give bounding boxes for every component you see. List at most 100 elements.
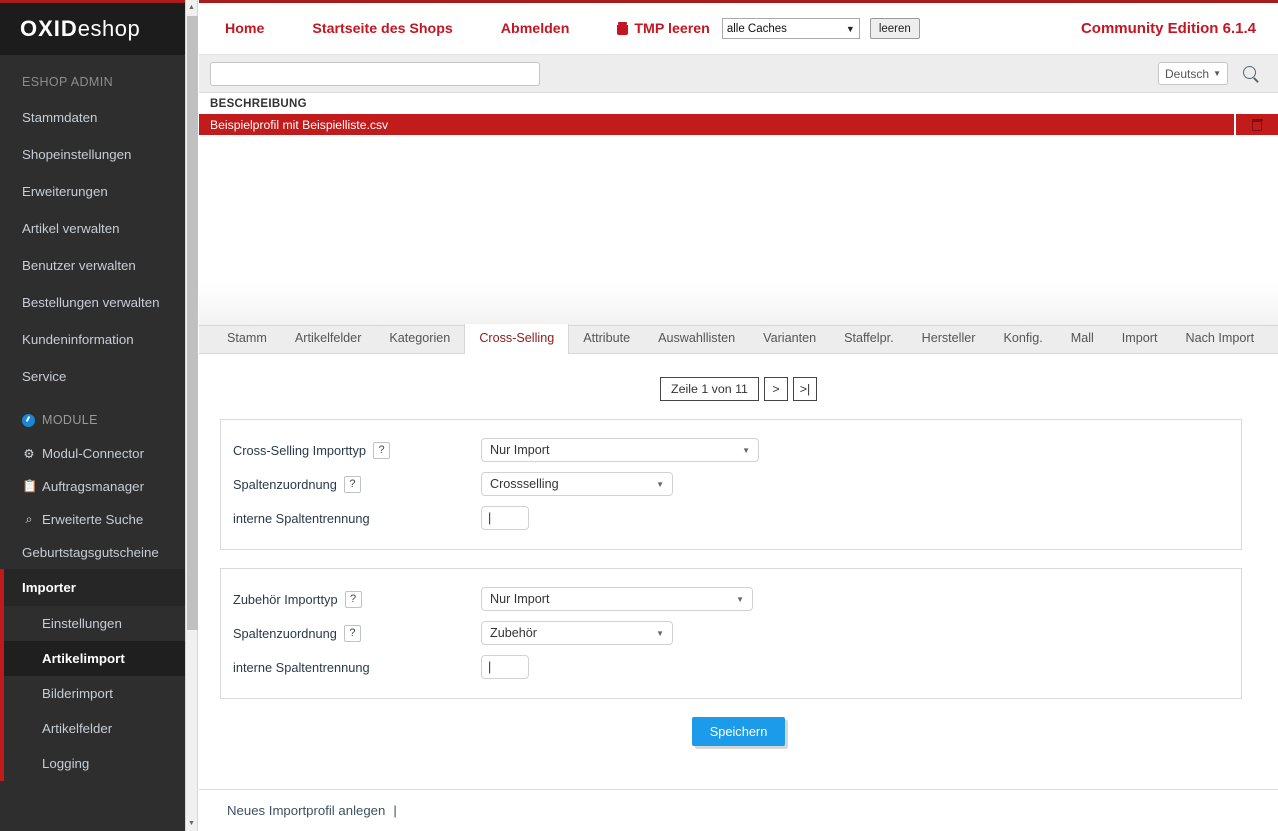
topnav-logout[interactable]: Abmelden [501, 21, 570, 37]
tab-staffelpreise[interactable]: Staffelpr. [830, 324, 907, 353]
help-icon[interactable]: ? [344, 625, 361, 642]
tab-stamm[interactable]: Stamm [213, 324, 281, 353]
sidebar-item-benutzer-verwalten[interactable]: Benutzer verwalten [0, 247, 185, 284]
chevron-down-icon: ▼ [846, 24, 855, 34]
next-page-button[interactable]: > [764, 377, 788, 401]
help-icon[interactable]: ? [345, 591, 362, 608]
gears-icon: ⚙ [22, 446, 36, 461]
last-page-button[interactable]: >| [793, 377, 817, 401]
help-icon[interactable]: ? [344, 476, 361, 493]
cross-selling-column-mapping-select[interactable]: Crossselling ▼ [481, 472, 673, 496]
scrollbar-thumb[interactable] [187, 16, 198, 630]
zubehoer-importtype-select[interactable]: Nur Import ▼ [481, 587, 753, 611]
zoom-search-icon: ⌕ [22, 512, 36, 527]
tab-nach-import[interactable]: Nach Import [1172, 324, 1269, 353]
scroll-up-arrow-icon[interactable]: ▲ [186, 0, 197, 15]
form-row: Spaltenzuordnung ? Zubehör ▼ [221, 616, 1241, 650]
tab-bar: Stamm Artikelfelder Kategorien Cross-Sel… [199, 325, 1278, 354]
sidebar-item-auftragsmanager[interactable]: 📋 Auftragsmanager [0, 470, 185, 503]
oxid-logo: OXIDeshop [20, 16, 140, 42]
zubehoer-internal-separator-input[interactable] [481, 655, 529, 679]
tab-konfig[interactable]: Konfig. [989, 324, 1056, 353]
sidebar-item-service[interactable]: Service [0, 358, 185, 395]
sidebar-subitem-artikelfelder[interactable]: Artikelfelder [0, 711, 185, 746]
sidebar-item-label: Modul-Connector [42, 446, 144, 461]
sidebar-subitem-logging[interactable]: Logging [0, 746, 185, 781]
sidebar-item-label: Geburtstagsgutscheine [22, 545, 159, 560]
select-value: Crossselling [490, 477, 559, 491]
search-input[interactable] [210, 62, 540, 86]
sidebar-item-kundeninformation[interactable]: Kundeninformation [0, 321, 185, 358]
search-strip: Deutsch ▼ [199, 55, 1278, 93]
topnav-shop-frontpage[interactable]: Startseite des Shops [312, 21, 452, 37]
scroll-down-arrow-icon[interactable]: ▼ [186, 816, 197, 831]
new-import-profile-link[interactable]: Neues Importprofil anlegen [227, 803, 385, 818]
topnav-clear-tmp[interactable]: TMP leeren [617, 21, 709, 37]
trash-icon [1252, 118, 1263, 131]
sidebar-subitem-bilderimport[interactable]: Bilderimport [0, 676, 185, 711]
field-label-text: Cross-Selling Importtyp [233, 443, 366, 458]
zubehoer-column-mapping-select[interactable]: Zubehör ▼ [481, 621, 673, 645]
list-empty-area [199, 135, 1278, 325]
field-label-text: Zubehör Importtyp [233, 592, 338, 607]
chevron-down-icon: ▼ [656, 480, 664, 489]
tab-mall[interactable]: Mall [1057, 324, 1108, 353]
tab-attribute[interactable]: Attribute [569, 324, 644, 353]
tab-varianten[interactable]: Varianten [749, 324, 830, 353]
tab-auswahllisten[interactable]: Auswahllisten [644, 324, 749, 353]
topnav-home[interactable]: Home [225, 21, 264, 37]
sidebar-item-erweiterungen[interactable]: Erweiterungen [0, 173, 185, 210]
sidebar-section-title: ESHOP ADMIN [0, 55, 185, 99]
list-column-header: BESCHREIBUNG [199, 93, 1278, 114]
footer-bar: Neues Importprofil anlegen | [199, 789, 1278, 831]
form-row: Zubehör Importtyp ? Nur Import ▼ [221, 582, 1241, 616]
cross-selling-internal-separator-input[interactable] [481, 506, 529, 530]
tab-cross-selling[interactable]: Cross-Selling [464, 324, 569, 354]
field-label-text: Spaltenzuordnung [233, 626, 337, 641]
sidebar-item-importer[interactable]: Importer [0, 569, 185, 606]
sidebar-item-stammdaten[interactable]: Stammdaten [0, 99, 185, 136]
save-button-wrap: Speichern [199, 717, 1278, 746]
panel-cross-selling: Cross-Selling Importtyp ? Nur Import ▼ S… [220, 419, 1242, 550]
save-button[interactable]: Speichern [692, 717, 786, 746]
cache-select[interactable]: alle Caches ▼ [722, 18, 860, 39]
form-label: Spaltenzuordnung ? [221, 476, 481, 493]
field-label-text: Spaltenzuordnung [233, 477, 337, 492]
sidebar-item-geburtstagsgutscheine[interactable]: Geburtstagsgutscheine [0, 536, 185, 569]
sidebar-subitem-artikelimport[interactable]: Artikelimport [0, 641, 185, 676]
cross-selling-importtype-select[interactable]: Nur Import ▼ [481, 438, 759, 462]
form-row: Spaltenzuordnung ? Crossselling ▼ [221, 467, 1241, 501]
top-navigation-bar: Home Startseite des Shops Abmelden TMP l… [199, 3, 1278, 55]
help-icon[interactable]: ? [373, 442, 390, 459]
sidebar-item-artikel-verwalten[interactable]: Artikel verwalten [0, 210, 185, 247]
sidebar-subitem-einstellungen[interactable]: Einstellungen [0, 606, 185, 641]
logo-area: OXIDeshop [0, 0, 185, 55]
sidebar-item-shopeinstellungen[interactable]: Shopeinstellungen [0, 136, 185, 173]
language-select[interactable]: Deutsch ▼ [1158, 62, 1228, 85]
clear-cache-button[interactable]: leeren [870, 18, 920, 39]
clipboard-icon: 📋 [22, 479, 36, 494]
table-row[interactable]: Beispielprofil mit Beispielliste.csv [199, 114, 1278, 135]
pagination: Zeile 1 von 11 > >| [199, 377, 1278, 401]
sidebar: OXIDeshop ESHOP ADMIN Stammdaten Shopein… [0, 0, 185, 831]
sidebar-item-erweiterte-suche[interactable]: ⌕ Erweiterte Suche [0, 503, 185, 536]
sidebar-scrollbar[interactable]: ▲ ▼ [185, 0, 198, 831]
tab-artikelfelder[interactable]: Artikelfelder [281, 324, 376, 353]
row-counter: Zeile 1 von 11 [660, 377, 759, 401]
field-label-text: interne Spaltentrennung [233, 511, 370, 526]
delete-row-button[interactable] [1234, 114, 1278, 135]
tab-hersteller[interactable]: Hersteller [908, 324, 990, 353]
form-label: Spaltenzuordnung ? [221, 625, 481, 642]
tab-import[interactable]: Import [1108, 324, 1172, 353]
form-row: Cross-Selling Importtyp ? Nur Import ▼ [221, 433, 1241, 467]
sidebar-item-label: Erweiterte Suche [42, 512, 143, 527]
sidebar-item-bestellungen-verwalten[interactable]: Bestellungen verwalten [0, 284, 185, 321]
select-value: Nur Import [490, 443, 549, 457]
search-icon[interactable] [1242, 65, 1260, 83]
sidebar-item-modul-connector[interactable]: ⚙ Modul-Connector [0, 437, 185, 470]
tab-content-cross-selling: Zeile 1 von 11 > >| Cross-Selling Import… [199, 377, 1278, 831]
sidebar-item-label: Auftragsmanager [42, 479, 144, 494]
tab-kategorien[interactable]: Kategorien [375, 324, 464, 353]
profile-description: Beispielprofil mit Beispielliste.csv [199, 118, 1234, 132]
field-label-text: interne Spaltentrennung [233, 660, 370, 675]
